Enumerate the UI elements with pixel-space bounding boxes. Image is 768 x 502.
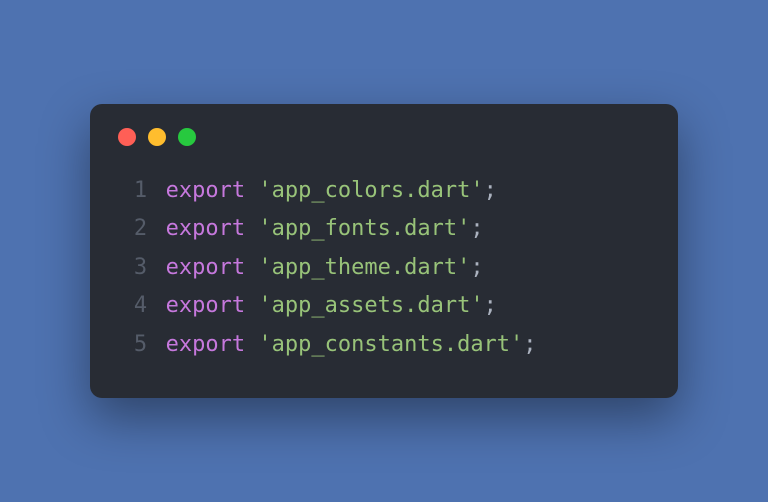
code-line: 1 export 'app_colors.dart'; bbox=[118, 172, 650, 211]
terminator: ; bbox=[484, 172, 497, 211]
keyword: export bbox=[166, 172, 245, 211]
line-number: 3 bbox=[118, 249, 147, 288]
terminator: ; bbox=[484, 287, 497, 326]
string-literal: 'app_theme.dart' bbox=[258, 249, 470, 288]
string-literal: 'app_constants.dart' bbox=[258, 326, 523, 365]
keyword: export bbox=[166, 326, 245, 365]
code-line: 4 export 'app_assets.dart'; bbox=[118, 287, 650, 326]
line-number: 5 bbox=[118, 326, 147, 365]
code-line: 3 export 'app_theme.dart'; bbox=[118, 249, 650, 288]
line-number: 4 bbox=[118, 287, 147, 326]
maximize-icon[interactable] bbox=[178, 128, 196, 146]
keyword: export bbox=[166, 249, 245, 288]
keyword: export bbox=[166, 287, 245, 326]
terminator: ; bbox=[470, 249, 483, 288]
keyword: export bbox=[166, 210, 245, 249]
traffic-lights bbox=[118, 128, 650, 146]
terminator: ; bbox=[470, 210, 483, 249]
string-literal: 'app_fonts.dart' bbox=[258, 210, 470, 249]
code-line: 2 export 'app_fonts.dart'; bbox=[118, 210, 650, 249]
code-line: 5 export 'app_constants.dart'; bbox=[118, 326, 650, 365]
line-number: 1 bbox=[118, 172, 147, 211]
line-number: 2 bbox=[118, 210, 147, 249]
string-literal: 'app_assets.dart' bbox=[258, 287, 483, 326]
close-icon[interactable] bbox=[118, 128, 136, 146]
minimize-icon[interactable] bbox=[148, 128, 166, 146]
code-window: 1 export 'app_colors.dart'; 2 export 'ap… bbox=[90, 104, 678, 399]
string-literal: 'app_colors.dart' bbox=[258, 172, 483, 211]
terminator: ; bbox=[523, 326, 536, 365]
code-block: 1 export 'app_colors.dart'; 2 export 'ap… bbox=[118, 172, 650, 365]
